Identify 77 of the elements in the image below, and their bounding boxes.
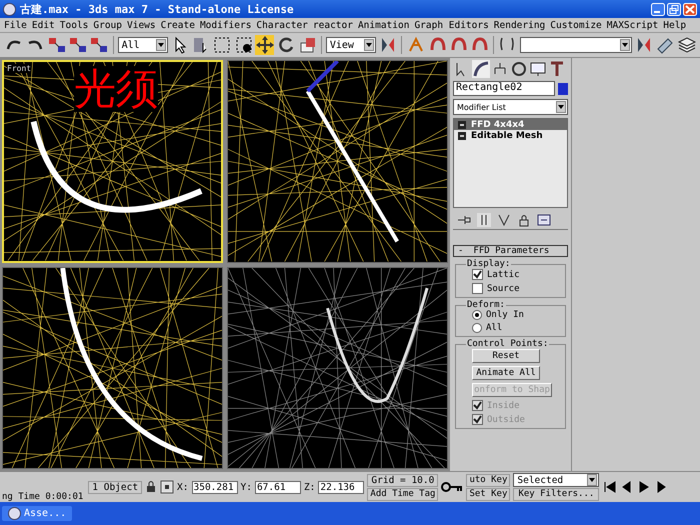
checkbox-option[interactable]: Lattic [466, 269, 563, 280]
push-button[interactable]: Reset [472, 349, 540, 363]
menu-item[interactable]: Group [93, 20, 122, 30]
menu-item[interactable]: Edit [32, 20, 55, 30]
lock-icon[interactable] [517, 213, 531, 227]
object-name-field[interactable]: Rectangle02 [453, 81, 555, 96]
fork-icon[interactable] [497, 213, 511, 227]
axis-label: X: [177, 482, 188, 492]
window-title: 古建.max - 3ds max 7 - Stand-alone License [20, 2, 295, 16]
pin-icon[interactable] [457, 213, 471, 227]
menu-item[interactable]: Create [160, 20, 195, 30]
configure-icon[interactable] [537, 213, 551, 227]
layers-icon[interactable] [676, 35, 696, 55]
modifier-list-dropdown[interactable]: Modifier List [453, 99, 568, 115]
modifier-stack-item[interactable]: Editable Mesh [454, 130, 567, 141]
menu-item[interactable]: Character [256, 20, 308, 30]
restore-button[interactable] [667, 2, 681, 16]
link-icon[interactable] [46, 35, 66, 55]
object-color-swatch[interactable] [558, 82, 568, 94]
radio-button[interactable] [472, 310, 482, 320]
axis-label: Z: [304, 482, 316, 492]
selection-count: 1 Object [88, 480, 142, 494]
scale-icon[interactable] [298, 35, 317, 55]
axis-label: Y: [240, 482, 252, 492]
radio-option[interactable]: All [466, 323, 563, 333]
menu-item[interactable]: MAXScript [606, 20, 658, 30]
rotate-icon[interactable] [276, 35, 296, 55]
key-mode-dropdown[interactable]: Selected [513, 473, 600, 487]
menu-item[interactable]: Views [127, 20, 156, 30]
viewport-label: Front [7, 64, 32, 73]
selection-filter-dropdown[interactable]: All [118, 37, 168, 53]
absolute-mode-icon[interactable] [160, 480, 174, 494]
time-slider-label: ng Time 0:00:01 [2, 492, 84, 502]
close-button[interactable] [683, 2, 697, 16]
key-icon[interactable] [441, 481, 464, 493]
rect-icon[interactable] [212, 35, 232, 55]
reference-coordinate-dropdown[interactable]: View [326, 37, 376, 53]
coordinate-field[interactable]: 67.61 [254, 480, 301, 494]
checkbox-option[interactable]: Source [466, 283, 563, 294]
curve-icon[interactable] [472, 60, 490, 78]
go-to-start-icon[interactable] [602, 480, 618, 494]
modifier-stack-item[interactable]: FFD 4x4x4 [454, 119, 567, 130]
group-title: Deform: [466, 300, 506, 310]
radio-option[interactable]: Only In [466, 310, 563, 320]
menu-item[interactable]: Help [663, 20, 686, 30]
minimize-button[interactable] [651, 2, 665, 16]
key-filters-button[interactable]: Key Filters... [513, 488, 600, 501]
checkbox[interactable] [472, 269, 483, 280]
menu-item[interactable]: Modifiers [200, 20, 252, 30]
set-key-button[interactable]: Set Key [466, 488, 510, 500]
push-button[interactable]: Animate All [472, 366, 540, 380]
named-selection-dropdown[interactable] [520, 37, 632, 53]
group-title: Display: [466, 259, 512, 269]
checkbox[interactable] [472, 283, 483, 294]
handwritten-annotation: 光须 [74, 66, 158, 112]
coordinate-field[interactable]: 22.136 [318, 480, 364, 494]
menu-item[interactable]: Tools [60, 20, 88, 30]
menu-item[interactable]: Graph Editors [414, 20, 489, 30]
menu-item[interactable]: Animation [358, 20, 410, 30]
minimized-window[interactable]: Asse... [2, 506, 72, 521]
grid-size: Grid = 10.0 [367, 474, 438, 486]
bar-icon[interactable] [477, 213, 491, 227]
group-title: Control Points: [466, 339, 550, 349]
auto-key-button[interactable]: uto Key [466, 474, 510, 486]
menu-item[interactable]: reactor [312, 20, 353, 30]
app-icon [3, 2, 16, 16]
viewport[interactable]: Front 光须 [2, 60, 223, 262]
monitor-icon[interactable] [529, 60, 547, 78]
menu-item[interactable]: Rendering [494, 20, 546, 30]
coordinate-field[interactable]: 350.281 [192, 480, 238, 494]
rollout-header[interactable]: - FFD Parameters [453, 245, 568, 257]
move-icon[interactable] [254, 35, 274, 55]
radio-button[interactable] [472, 323, 482, 333]
menu-item[interactable]: Customize [550, 20, 602, 30]
add-time-tag-button[interactable]: Add Time Tag [367, 488, 438, 500]
lock-icon[interactable] [145, 480, 158, 494]
menu-item[interactable]: File [4, 20, 27, 30]
